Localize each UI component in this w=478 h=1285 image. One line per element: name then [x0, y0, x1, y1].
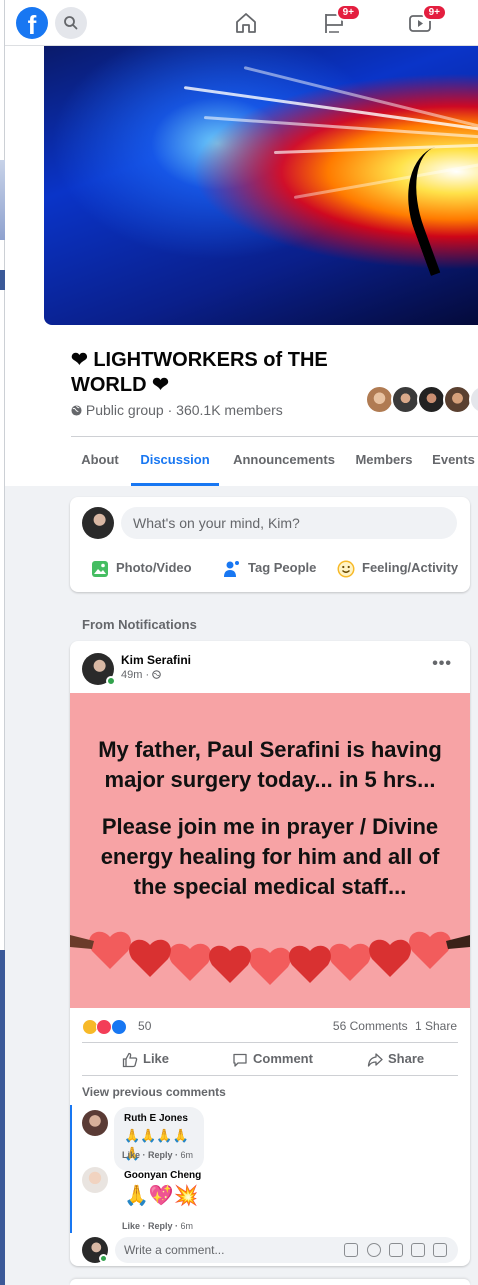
feeling-activity-label: Feeling/Activity	[362, 560, 459, 575]
header-divider	[71, 436, 478, 437]
tab-members[interactable]: Members	[349, 438, 419, 486]
post-image-text: My father, Paul Serafini is having major…	[88, 735, 452, 919]
facebook-logo-letter: f	[27, 10, 37, 39]
like-label: Like	[143, 1051, 170, 1066]
engagement-counts: 56 Comments 1 Share	[329, 1019, 457, 1033]
feeling-activity-button[interactable]: Feeling/Activity	[336, 555, 458, 581]
sticker-icon[interactable]	[433, 1243, 447, 1257]
commenter-name[interactable]: Goonyan Cheng	[124, 1170, 204, 1181]
next-post-card	[70, 1279, 470, 1285]
photo-icon	[92, 560, 108, 577]
tab-announcements[interactable]: Announcements	[229, 438, 339, 486]
pages-tab[interactable]: 9+	[321, 4, 361, 36]
feed-post: Kim Serafini 49m · ••• My father, Paul S…	[70, 641, 470, 1266]
gif-icon[interactable]	[411, 1243, 425, 1257]
tag-people-button[interactable]: Tag People	[222, 555, 316, 581]
camera-icon[interactable]	[389, 1243, 403, 1257]
online-status-dot	[106, 676, 116, 686]
group-meta-text: Public group · 360.1K members	[85, 402, 283, 418]
comment-actions: Like · Reply · 6m	[122, 1150, 194, 1160]
member-avatar[interactable]	[469, 385, 478, 414]
emoji-icon[interactable]	[367, 1243, 381, 1257]
share-icon	[367, 1052, 383, 1067]
cover-silhouette	[389, 135, 478, 277]
tab-discussion[interactable]: Discussion	[131, 438, 219, 486]
section-label: From Notifications	[82, 617, 197, 632]
search-button[interactable]	[55, 7, 87, 39]
comment-button[interactable]: Comment	[232, 1043, 313, 1075]
member-avatar[interactable]	[417, 385, 446, 414]
post-timestamp[interactable]: 49m ·	[121, 669, 161, 681]
comment-label: Comment	[253, 1051, 313, 1066]
comment-time[interactable]: 6m	[181, 1221, 194, 1231]
like-reaction-icon	[110, 1018, 127, 1035]
comment-reply-link[interactable]: Reply	[148, 1221, 173, 1231]
member-avatar[interactable]	[443, 385, 472, 414]
love-reaction-icon	[96, 1018, 113, 1035]
background-window-strip	[0, 950, 5, 1285]
post-image-line-2: Please join me in prayer / Divine energy…	[100, 814, 440, 899]
smiley-icon	[337, 560, 355, 578]
group-meta: Public group · 360.1K members	[71, 402, 283, 418]
comment-thread-line	[70, 1105, 72, 1233]
commenter-name[interactable]: Ruth E Jones	[124, 1113, 194, 1124]
search-icon	[64, 16, 78, 30]
top-navigation-bar: f 9+ 9+	[5, 0, 478, 46]
group-tabs: About Discussion Announcements Members E…	[71, 438, 478, 486]
home-icon	[236, 13, 256, 33]
tab-events[interactable]: Events	[429, 438, 478, 486]
notification-badge: 9+	[335, 4, 361, 21]
member-avatar[interactable]	[365, 385, 394, 414]
post-author-name[interactable]: Kim Serafini	[121, 653, 191, 667]
share-label: Share	[388, 1051, 425, 1066]
reaction-count: 50	[138, 1019, 152, 1033]
facebook-logo-icon[interactable]: f	[16, 7, 48, 39]
online-status-dot	[99, 1254, 108, 1263]
comment-bubble: Goonyan Cheng 🙏💖💥	[114, 1164, 214, 1216]
comment-time[interactable]: 6m	[181, 1150, 194, 1160]
share-button[interactable]: Share	[367, 1043, 424, 1075]
comment-reply-link[interactable]: Reply	[148, 1150, 173, 1160]
globe-icon	[152, 670, 161, 679]
thumbs-up-icon	[122, 1052, 138, 1067]
tag-people-icon	[224, 560, 239, 577]
comment-bubble: Ruth E Jones 🙏🙏🙏🙏🙏	[114, 1107, 204, 1171]
comment-like-link[interactable]: Like	[122, 1150, 140, 1160]
hearts-garland	[70, 931, 470, 985]
group-title[interactable]: ❤ LIGHTWORKERS of THE WORLD ❤	[71, 348, 371, 398]
write-comment-row: Write a comment...	[82, 1237, 458, 1263]
comment-like-link[interactable]: Like	[122, 1221, 140, 1231]
photo-video-label: Photo/Video	[116, 560, 192, 575]
comment-icon	[233, 1053, 247, 1067]
view-previous-comments-link[interactable]: View previous comments	[82, 1085, 226, 1099]
post-action-bar: Like Comment Share	[82, 1042, 458, 1076]
commenter-avatar[interactable]	[82, 1110, 108, 1136]
shares-count[interactable]: 1 Share	[415, 1019, 457, 1033]
tag-people-label: Tag People	[248, 560, 317, 575]
write-comment-input[interactable]: Write a comment...	[115, 1237, 458, 1263]
home-tab[interactable]	[233, 10, 259, 36]
group-cover-photo[interactable]	[44, 46, 478, 325]
watch-badge: 9+	[421, 4, 447, 21]
watch-tab[interactable]: 9+	[407, 4, 447, 36]
comments-count[interactable]: 56 Comments	[333, 1019, 408, 1033]
post-options-button[interactable]: •••	[432, 655, 452, 673]
user-avatar[interactable]	[82, 507, 114, 539]
photo-video-button[interactable]: Photo/Video	[90, 555, 192, 581]
comment-text: 🙏💖💥	[124, 1185, 199, 1207]
globe-icon	[71, 405, 82, 416]
member-avatar[interactable]	[391, 385, 420, 414]
post-time-text: 49m ·	[121, 669, 153, 681]
group-header: ❤ LIGHTWORKERS of THE WORLD ❤ Public gro…	[5, 46, 478, 486]
avatar-sticker-icon[interactable]	[344, 1243, 358, 1257]
like-button[interactable]: Like	[122, 1043, 169, 1075]
composer-input[interactable]: What's on your mind, Kim?	[121, 507, 457, 539]
tab-about[interactable]: About	[71, 438, 129, 486]
post-image-line-1: My father, Paul Serafini is having major…	[98, 737, 442, 792]
comment-actions: Like · Reply · 6m	[122, 1221, 194, 1231]
reaction-summary[interactable]: 50	[82, 1017, 151, 1037]
post-image[interactable]: My father, Paul Serafini is having major…	[70, 693, 470, 1008]
commenter-avatar[interactable]	[82, 1167, 108, 1193]
post-composer: What's on your mind, Kim? Photo/Video Ta…	[70, 497, 470, 592]
